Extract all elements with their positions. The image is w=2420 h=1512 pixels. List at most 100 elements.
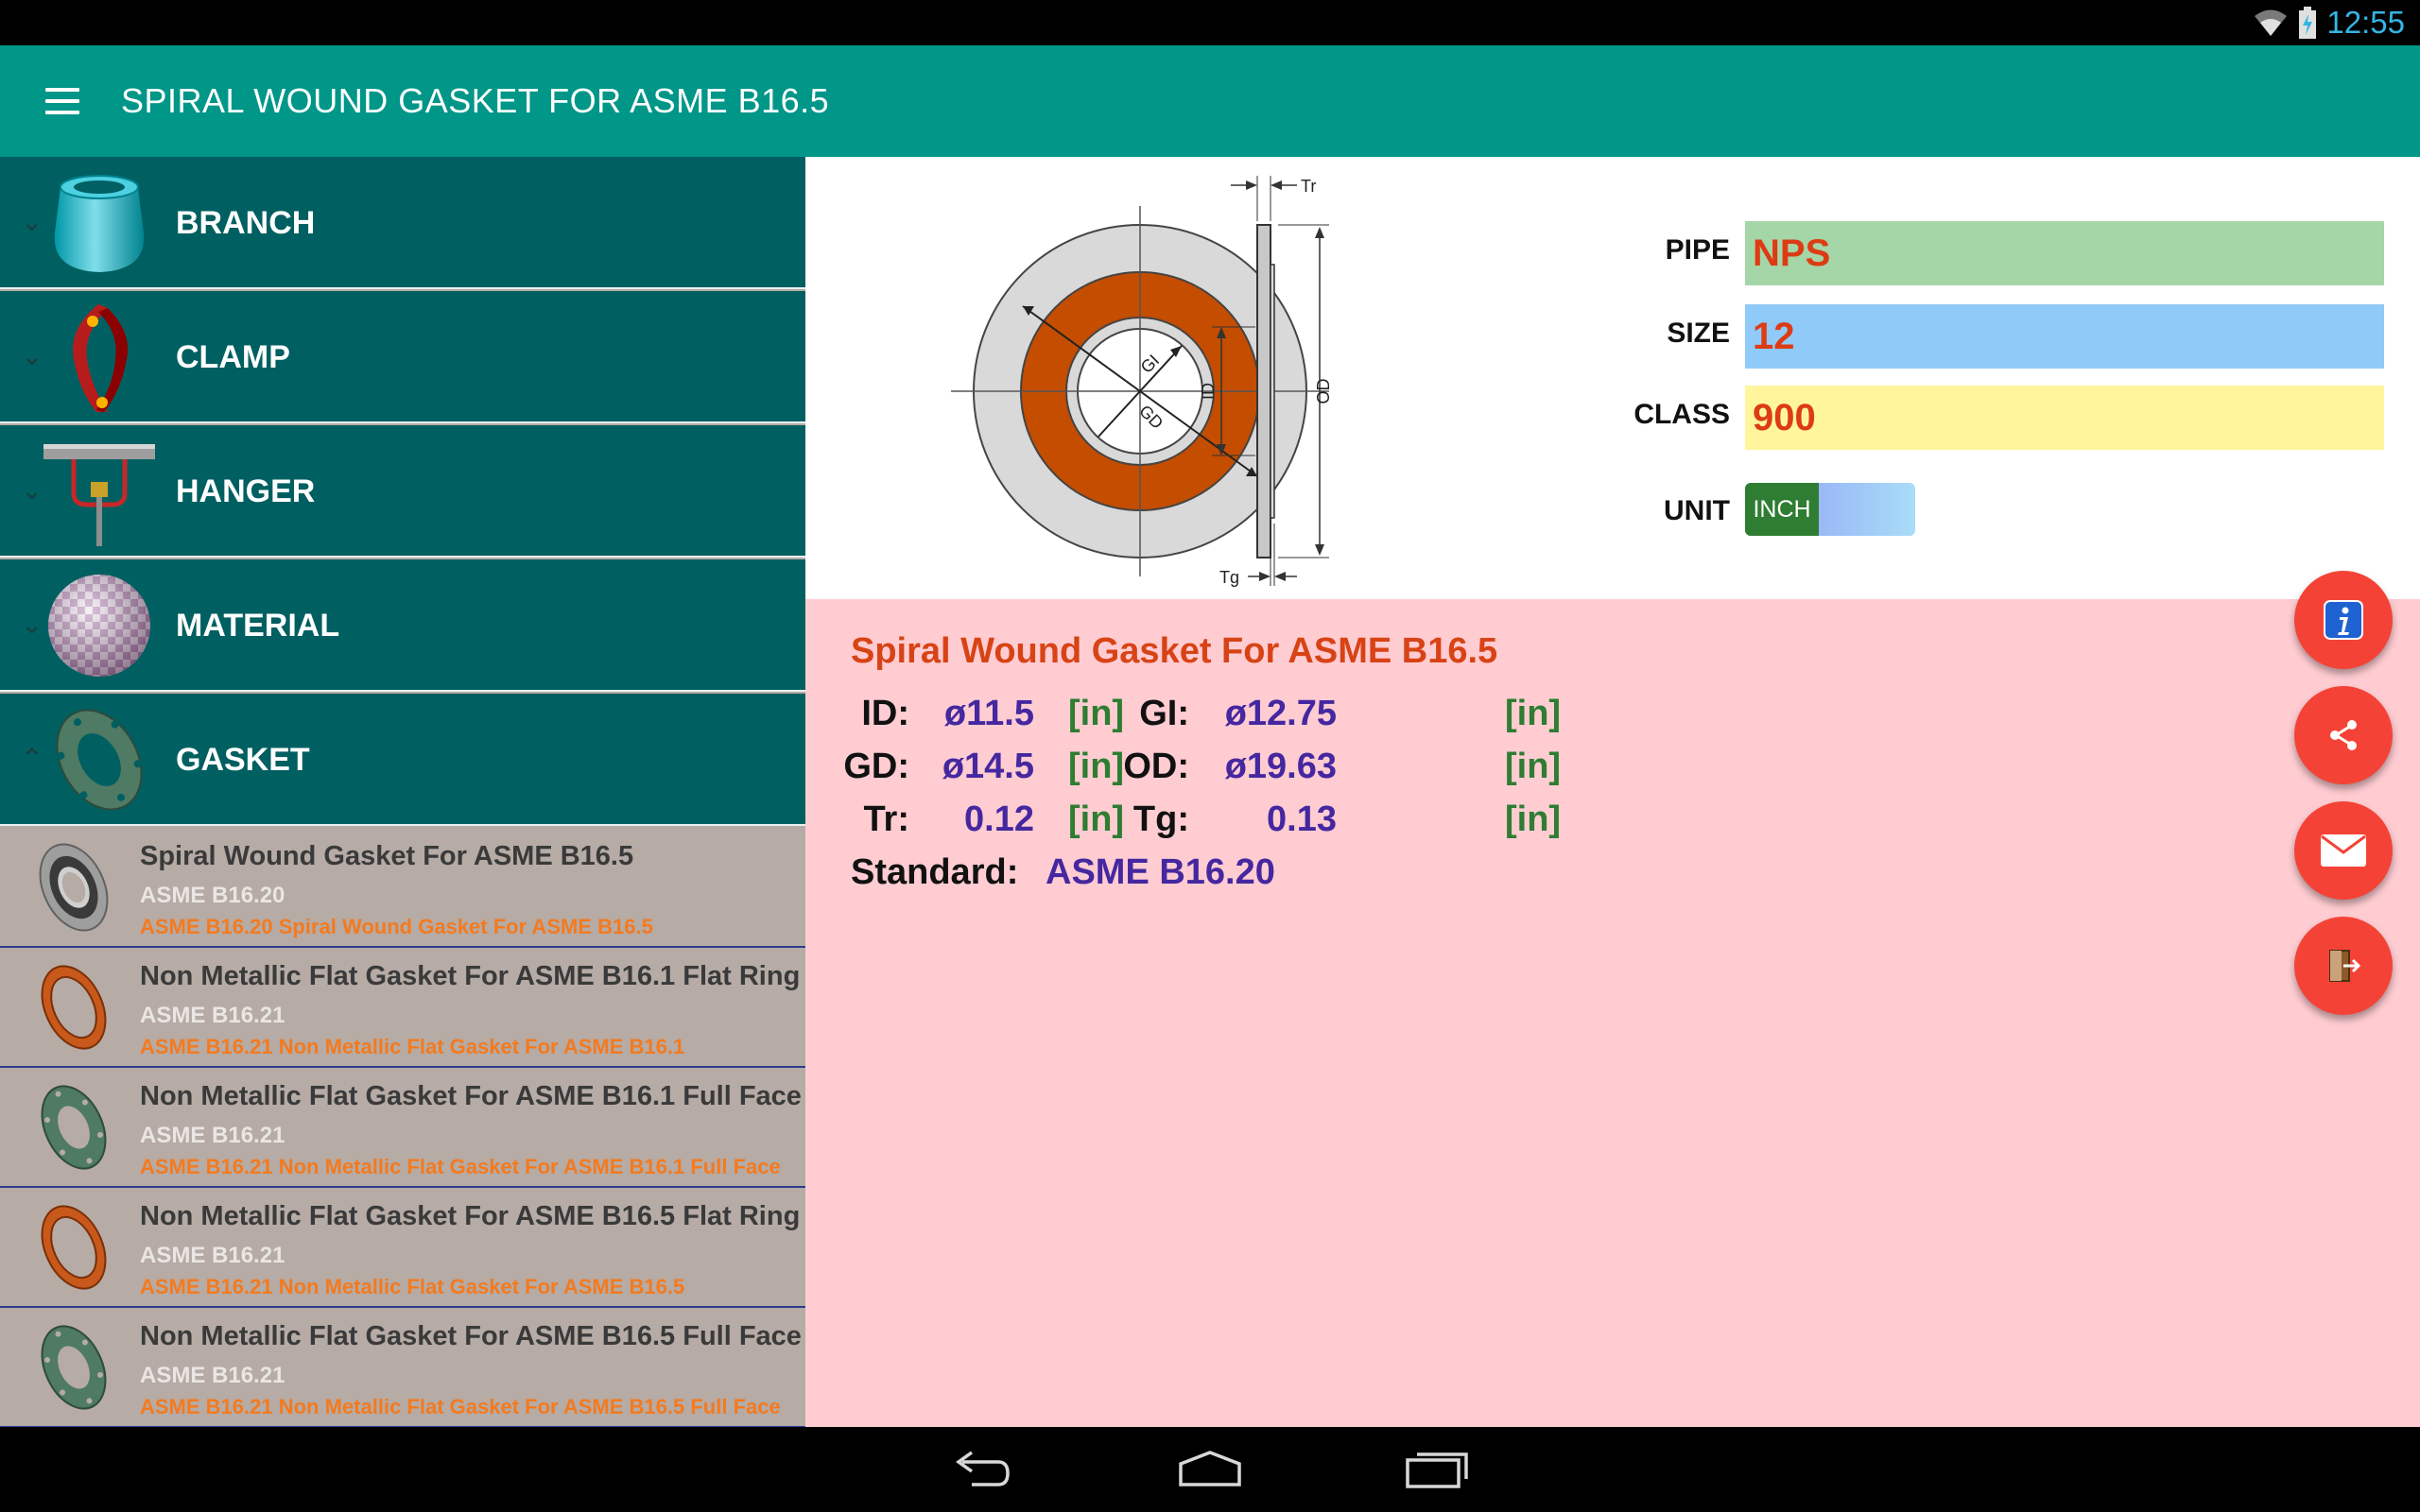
id-result-unit: [in] xyxy=(1068,694,1125,733)
category-label: GASKET xyxy=(176,742,310,778)
exit-button[interactable] xyxy=(2294,917,2393,1015)
item-standard: ASME B16.21 xyxy=(140,1243,285,1268)
share-button[interactable] xyxy=(2294,686,2393,784)
email-button[interactable] xyxy=(2294,801,2393,900)
gasket-item-b165-flat-ring[interactable]: Non Metallic Flat Gasket For ASME B16.5 … xyxy=(0,1188,805,1308)
tr-result-value: 0.12 xyxy=(964,799,1034,839)
hamburger-menu-icon[interactable] xyxy=(34,79,91,123)
category-label: HANGER xyxy=(176,473,316,509)
gasket-item-spiral-wound[interactable]: Spiral Wound Gasket For ASME B16.5 ASME … xyxy=(0,828,805,948)
pipe-clamp-icon xyxy=(73,304,129,412)
parameter-panel: GI GD OD ID Tr Tg PIPE NPS SIZE 12 CLASS… xyxy=(805,157,2420,599)
od-result-label: OD: xyxy=(1123,747,1189,786)
gi-result-value: ø12.75 xyxy=(1224,694,1337,733)
unit-label: UNIT xyxy=(1664,495,1730,526)
exit-icon xyxy=(2329,950,2361,982)
tg-label: Tg xyxy=(1219,568,1239,587)
id-result-value: ø11.5 xyxy=(943,694,1034,733)
status-time: 12:55 xyxy=(2326,5,2405,40)
category-label: CLAMP xyxy=(176,339,290,375)
flat-ring-gasket-icon xyxy=(41,965,107,1050)
app-title: SPIRAL WOUND GASKET FOR ASME B16.5 xyxy=(121,81,830,120)
flat-ring-gasket-icon xyxy=(41,1205,107,1290)
item-standard: ASME B16.21 xyxy=(140,1363,285,1388)
item-title: Non Metallic Flat Gasket For ASME B16.1 … xyxy=(140,961,801,991)
back-icon xyxy=(955,1451,1010,1486)
branch-fitting-icon xyxy=(54,175,145,272)
recent-apps-button[interactable] xyxy=(1380,1436,1494,1503)
tg-result-label: Tg: xyxy=(1132,799,1189,839)
battery-charging-icon xyxy=(2299,7,2317,39)
info-icon xyxy=(2324,600,2363,640)
wifi-icon xyxy=(2255,9,2288,36)
size-selector[interactable]: 12 xyxy=(1745,304,2384,369)
class-label: CLASS xyxy=(1634,399,1730,430)
item-standard: ASME B16.20 xyxy=(140,883,285,908)
item-title: Non Metallic Flat Gasket For ASME B16.1 … xyxy=(140,1081,802,1111)
item-standard: ASME B16.21 xyxy=(140,1123,285,1148)
od-result-unit: [in] xyxy=(1505,747,1562,786)
gi-result-unit: [in] xyxy=(1505,694,1562,733)
category-label: BRANCH xyxy=(176,205,316,241)
navigation-drawer: ⌄ BRANCH ⌄ CLAMP ⌄ HANGER ⌄ MATERIAL ⌃ G… xyxy=(0,157,805,1428)
status-icons: 12:55 xyxy=(2253,0,2405,45)
share-icon xyxy=(2330,720,2357,750)
item-description: ASME B16.21 Non Metallic Flat Gasket For… xyxy=(140,1035,685,1058)
item-title: Non Metallic Flat Gasket For ASME B16.5 … xyxy=(140,1321,802,1351)
gasket-icon xyxy=(56,709,143,811)
tg-result-unit: [in] xyxy=(1505,799,1562,839)
class-selector[interactable]: 900 xyxy=(1745,386,2384,450)
gasket-item-b161-flat-ring[interactable]: Non Metallic Flat Gasket For ASME B16.1 … xyxy=(0,948,805,1068)
category-label: MATERIAL xyxy=(176,608,340,644)
gd-result-value: ø14.5 xyxy=(942,747,1034,786)
material-sphere-icon xyxy=(48,575,150,677)
back-button[interactable] xyxy=(926,1436,1040,1503)
tg-result-value: 0.13 xyxy=(1267,799,1337,839)
standard-result-value: ASME B16.20 xyxy=(1046,852,1275,892)
item-description: ASME B16.21 Non Metallic Flat Gasket For… xyxy=(140,1275,685,1298)
email-icon xyxy=(2321,834,2366,867)
home-icon xyxy=(1179,1451,1241,1486)
result-title: Spiral Wound Gasket For ASME B16.5 xyxy=(851,631,1498,671)
item-description: ASME B16.21 Non Metallic Flat Gasket For… xyxy=(140,1395,781,1418)
unit-toggle[interactable]: INCH xyxy=(1745,483,1915,536)
category-hanger[interactable]: ⌄ HANGER xyxy=(0,425,805,558)
status-bar: 12:55 xyxy=(0,0,2420,45)
pipe-label: PIPE xyxy=(1665,234,1730,266)
home-button[interactable] xyxy=(1153,1436,1267,1503)
od-result-value: ø19.63 xyxy=(1224,747,1337,786)
category-branch[interactable]: ⌄ BRANCH xyxy=(0,157,805,289)
item-description: ASME B16.20 Spiral Wound Gasket For ASME… xyxy=(140,915,653,938)
tr-label: Tr xyxy=(1301,177,1316,196)
tr-result-unit: [in] xyxy=(1068,799,1125,839)
spiral-wound-gasket-icon xyxy=(39,843,109,932)
gi-result-label: GI: xyxy=(1139,694,1189,733)
pipe-hanger-icon xyxy=(43,444,155,546)
system-navigation-bar xyxy=(0,1427,2420,1512)
full-face-gasket-icon xyxy=(41,1085,107,1170)
item-title: Spiral Wound Gasket For ASME B16.5 xyxy=(140,841,634,871)
info-button[interactable] xyxy=(2294,571,2393,669)
category-material[interactable]: ⌄ MATERIAL xyxy=(0,559,805,692)
app-bar: SPIRAL WOUND GASKET FOR ASME B16.5 xyxy=(0,45,2420,157)
result-panel: Spiral Wound Gasket For ASME B16.5 ID: ø… xyxy=(805,599,2420,1427)
gd-result-unit: [in] xyxy=(1068,747,1125,786)
od-label: OD xyxy=(1314,378,1333,404)
item-description: ASME B16.21 Non Metallic Flat Gasket For… xyxy=(140,1155,781,1178)
gasket-dimension-diagram: GI GD OD ID Tr Tg xyxy=(951,176,1333,587)
size-label: SIZE xyxy=(1667,318,1730,349)
id-result-label: ID: xyxy=(861,694,909,733)
category-clamp[interactable]: ⌄ CLAMP xyxy=(0,291,805,423)
gasket-item-b161-full-face[interactable]: Non Metallic Flat Gasket For ASME B16.1 … xyxy=(0,1068,805,1188)
unit-toggle-value: INCH xyxy=(1745,483,1819,536)
item-standard: ASME B16.21 xyxy=(140,1003,285,1028)
category-gasket[interactable]: ⌃ GASKET xyxy=(0,694,805,826)
tr-result-label: Tr: xyxy=(863,799,909,839)
item-title: Non Metallic Flat Gasket For ASME B16.5 … xyxy=(140,1201,801,1231)
standard-result-label: Standard: xyxy=(851,852,1019,892)
id-label: ID xyxy=(1199,383,1218,400)
pipe-selector[interactable]: NPS xyxy=(1745,221,2384,285)
full-face-gasket-icon xyxy=(41,1325,107,1410)
gasket-item-b165-full-face[interactable]: Non Metallic Flat Gasket For ASME B16.5 … xyxy=(0,1308,805,1428)
recent-apps-icon xyxy=(1406,1452,1468,1488)
